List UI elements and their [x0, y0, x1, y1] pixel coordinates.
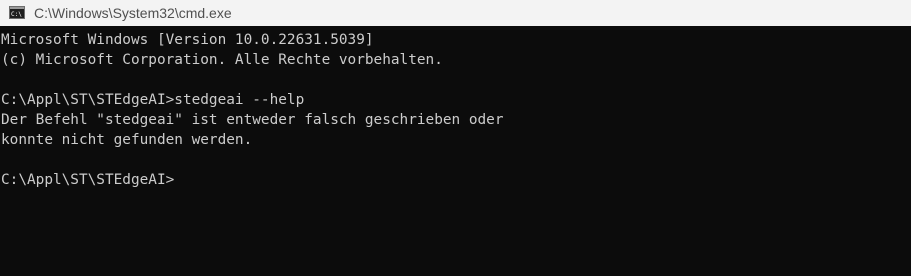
console-line: (c) Microsoft Corporation. Alle Rechte v…: [1, 52, 443, 68]
console-line: Microsoft Windows [Version 10.0.22631.50…: [1, 32, 374, 48]
console-line: Der Befehl "stedgeai" ist entweder falsc…: [1, 112, 504, 128]
cmd-icon: C:\: [9, 6, 25, 19]
cmd-window: C:\ C:\Windows\System32\cmd.exe Microsof…: [0, 0, 911, 276]
console-line: konnte nicht gefunden werden.: [1, 132, 253, 148]
window-title: C:\Windows\System32\cmd.exe: [34, 5, 232, 21]
console-line: C:\Appl\ST\STEdgeAI>stedgeai --help: [1, 92, 305, 108]
title-bar[interactable]: C:\ C:\Windows\System32\cmd.exe: [0, 0, 911, 26]
command-prompt[interactable]: C:\Appl\ST\STEdgeAI>: [0, 170, 911, 190]
console-output[interactable]: Microsoft Windows [Version 10.0.22631.50…: [0, 30, 911, 276]
svg-text:C:\: C:\: [11, 11, 22, 18]
